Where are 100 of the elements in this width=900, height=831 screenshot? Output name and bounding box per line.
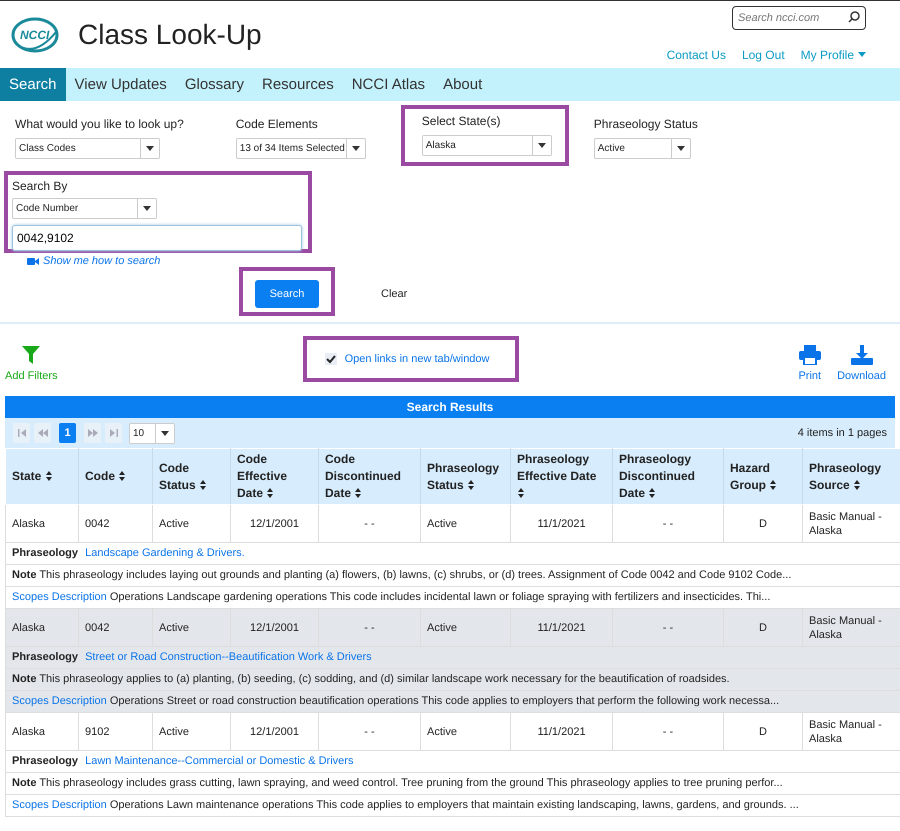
sort-icon[interactable]: [769, 480, 778, 490]
table-cell: 0042: [78, 504, 152, 542]
scopes-link[interactable]: Scopes Description: [12, 591, 107, 604]
row-label: Note: [12, 673, 36, 686]
table-cell: D: [724, 712, 802, 750]
sort-icon[interactable]: [467, 480, 476, 490]
field-label: What would you like to look up?: [15, 116, 184, 133]
search-field[interactable]: Search ncci.com: [732, 6, 866, 30]
scopes-text: Operations Street or road construction beautification operations This code applies to employers that perform the following work necessa...: [110, 695, 780, 708]
row-label: Phraseology: [12, 547, 78, 560]
row-label: Note: [12, 569, 36, 582]
table-cell: 12/1/2001: [230, 712, 318, 750]
search-input[interactable]: 0042,9102: [12, 225, 302, 251]
table-cell: Alaska: [6, 608, 78, 646]
table-cell: - -: [612, 504, 724, 542]
nav-tab[interactable]: Resources: [253, 68, 343, 101]
dropdown[interactable]: Code Number: [12, 198, 157, 219]
phraseology-link[interactable]: Landscape Gardening & Drivers.: [85, 547, 245, 560]
table-cell: 9102: [78, 712, 152, 750]
first-page-icon: [16, 428, 26, 438]
print-button[interactable]: Print: [798, 345, 822, 385]
nav-tab[interactable]: Search: [0, 68, 66, 101]
nav-tab[interactable]: Glossary: [176, 68, 253, 101]
caret-icon: [145, 145, 155, 152]
sort-icon[interactable]: [354, 488, 362, 498]
table-cell: 12/1/2001: [230, 608, 318, 646]
table-cell: 0042: [78, 608, 152, 646]
video-camera-icon: [27, 257, 39, 266]
note-text: This phraseology includes laying out grounds and planting (a) flowers, (b) lawns, (c) shrubs, or (d) trees. Assignment of Code 0042 and Code 9102 Code...: [39, 569, 792, 582]
table-cell: 12/1/2001: [230, 504, 318, 542]
table-cell: 11/1/2021: [510, 712, 612, 750]
nav-tab[interactable]: View Updates: [66, 68, 176, 101]
table-cell: 11/1/2021: [510, 504, 612, 542]
scopes-text: Operations Lawn maintenance operations This code applies to employers that maintain existing landscaping, lawns, gardens, and grounds. ...: [110, 799, 799, 812]
table-cell: Active: [152, 608, 230, 646]
search-button[interactable]: Search: [255, 280, 319, 308]
field-label: Search By: [12, 178, 68, 195]
nav-tab[interactable]: NCCI Atlas: [342, 68, 434, 101]
caret-icon: [676, 145, 686, 152]
scopes-link[interactable]: Scopes Description: [12, 799, 107, 812]
table-cell: Active: [420, 712, 510, 750]
table-cell: - -: [612, 712, 724, 750]
sort-icon[interactable]: [517, 488, 525, 498]
table-cell: - -: [612, 608, 724, 646]
table-cell: - -: [318, 712, 420, 750]
help-link[interactable]: Show me how to search: [27, 253, 160, 270]
last-page-icon: [108, 428, 118, 438]
page-title: Class Look-Up: [78, 18, 262, 52]
sort-icon[interactable]: [199, 480, 208, 490]
nav-tab[interactable]: About: [434, 68, 492, 101]
scopes-link[interactable]: Scopes Description: [12, 695, 107, 708]
download-icon: [850, 345, 873, 366]
printer-icon: [798, 345, 821, 366]
checkbox-label[interactable]: Open links in new tab/window: [344, 350, 490, 368]
sort-icon[interactable]: [118, 471, 126, 481]
pager-summary: 4 items in 1 pages: [798, 426, 887, 441]
scopes-text: Operations Landscape gardening operations This code includes incidental lawn or foliage spraying with fertilizers and insecticides. Thi...: [110, 591, 770, 604]
caret-icon: [160, 430, 170, 436]
note-text: This phraseology includes grass cutting, lawn spraying, and weed control. Tree pruning from the ground This phraseology applies to tree pruning perfor...: [39, 777, 783, 790]
caret-icon: [142, 205, 152, 212]
caret-icon: [858, 52, 866, 57]
table-cell: Alaska: [6, 712, 78, 750]
row-label: Note: [12, 777, 36, 790]
caret-icon: [350, 145, 361, 152]
field-label: Code Elements: [236, 116, 319, 133]
search-icon: [848, 10, 860, 22]
clear-button[interactable]: Clear: [375, 285, 414, 304]
next-page-icon: [88, 428, 98, 438]
checkbox[interactable]: [324, 353, 337, 365]
field-label: Phraseology Status: [594, 116, 698, 133]
caret-icon: [536, 142, 547, 149]
table-cell: Alaska: [6, 504, 78, 542]
table-cell: - -: [318, 504, 420, 542]
table-cell: Active: [152, 504, 230, 542]
field-label: Select State(s): [422, 113, 502, 130]
sort-icon[interactable]: [853, 480, 862, 490]
page-size-dropdown[interactable]: 10: [129, 422, 175, 444]
row-label: Phraseology: [12, 651, 78, 664]
dropdown[interactable]: 13 of 34 Items Selected: [236, 138, 366, 159]
row-label: Phraseology: [12, 755, 78, 768]
sort-icon[interactable]: [648, 488, 656, 498]
table-cell: D: [724, 608, 802, 646]
table-cell: 11/1/2021: [510, 608, 612, 646]
dropdown[interactable]: Class Codes: [15, 138, 160, 159]
table-cell: Basic Manual - Alaska: [802, 608, 900, 646]
phraseology-link[interactable]: Street or Road Construction--Beautification Work & Drivers: [85, 651, 372, 664]
dropdown[interactable]: Alaska: [422, 135, 552, 156]
table-cell: Active: [152, 712, 230, 750]
previous-page-icon: [38, 428, 48, 438]
sort-icon[interactable]: [266, 488, 274, 498]
dropdown[interactable]: Active: [594, 138, 691, 159]
table-cell: Active: [420, 608, 510, 646]
sort-icon[interactable]: [44, 471, 53, 481]
phraseology-link[interactable]: Lawn Maintenance--Commercial or Domestic & Drivers: [85, 755, 354, 768]
logo-text: NCCI: [20, 26, 50, 44]
note-text: This phraseology applies to (a) planting, (b) seeding, (c) sodding, and (d) similar landscape work necessary for the beautification of roadsides.: [39, 673, 730, 686]
page-number[interactable]: 1: [59, 423, 76, 443]
table-cell: Basic Manual - Alaska: [802, 712, 900, 750]
filter-icon: [22, 346, 40, 364]
download-button[interactable]: Download: [837, 345, 886, 385]
